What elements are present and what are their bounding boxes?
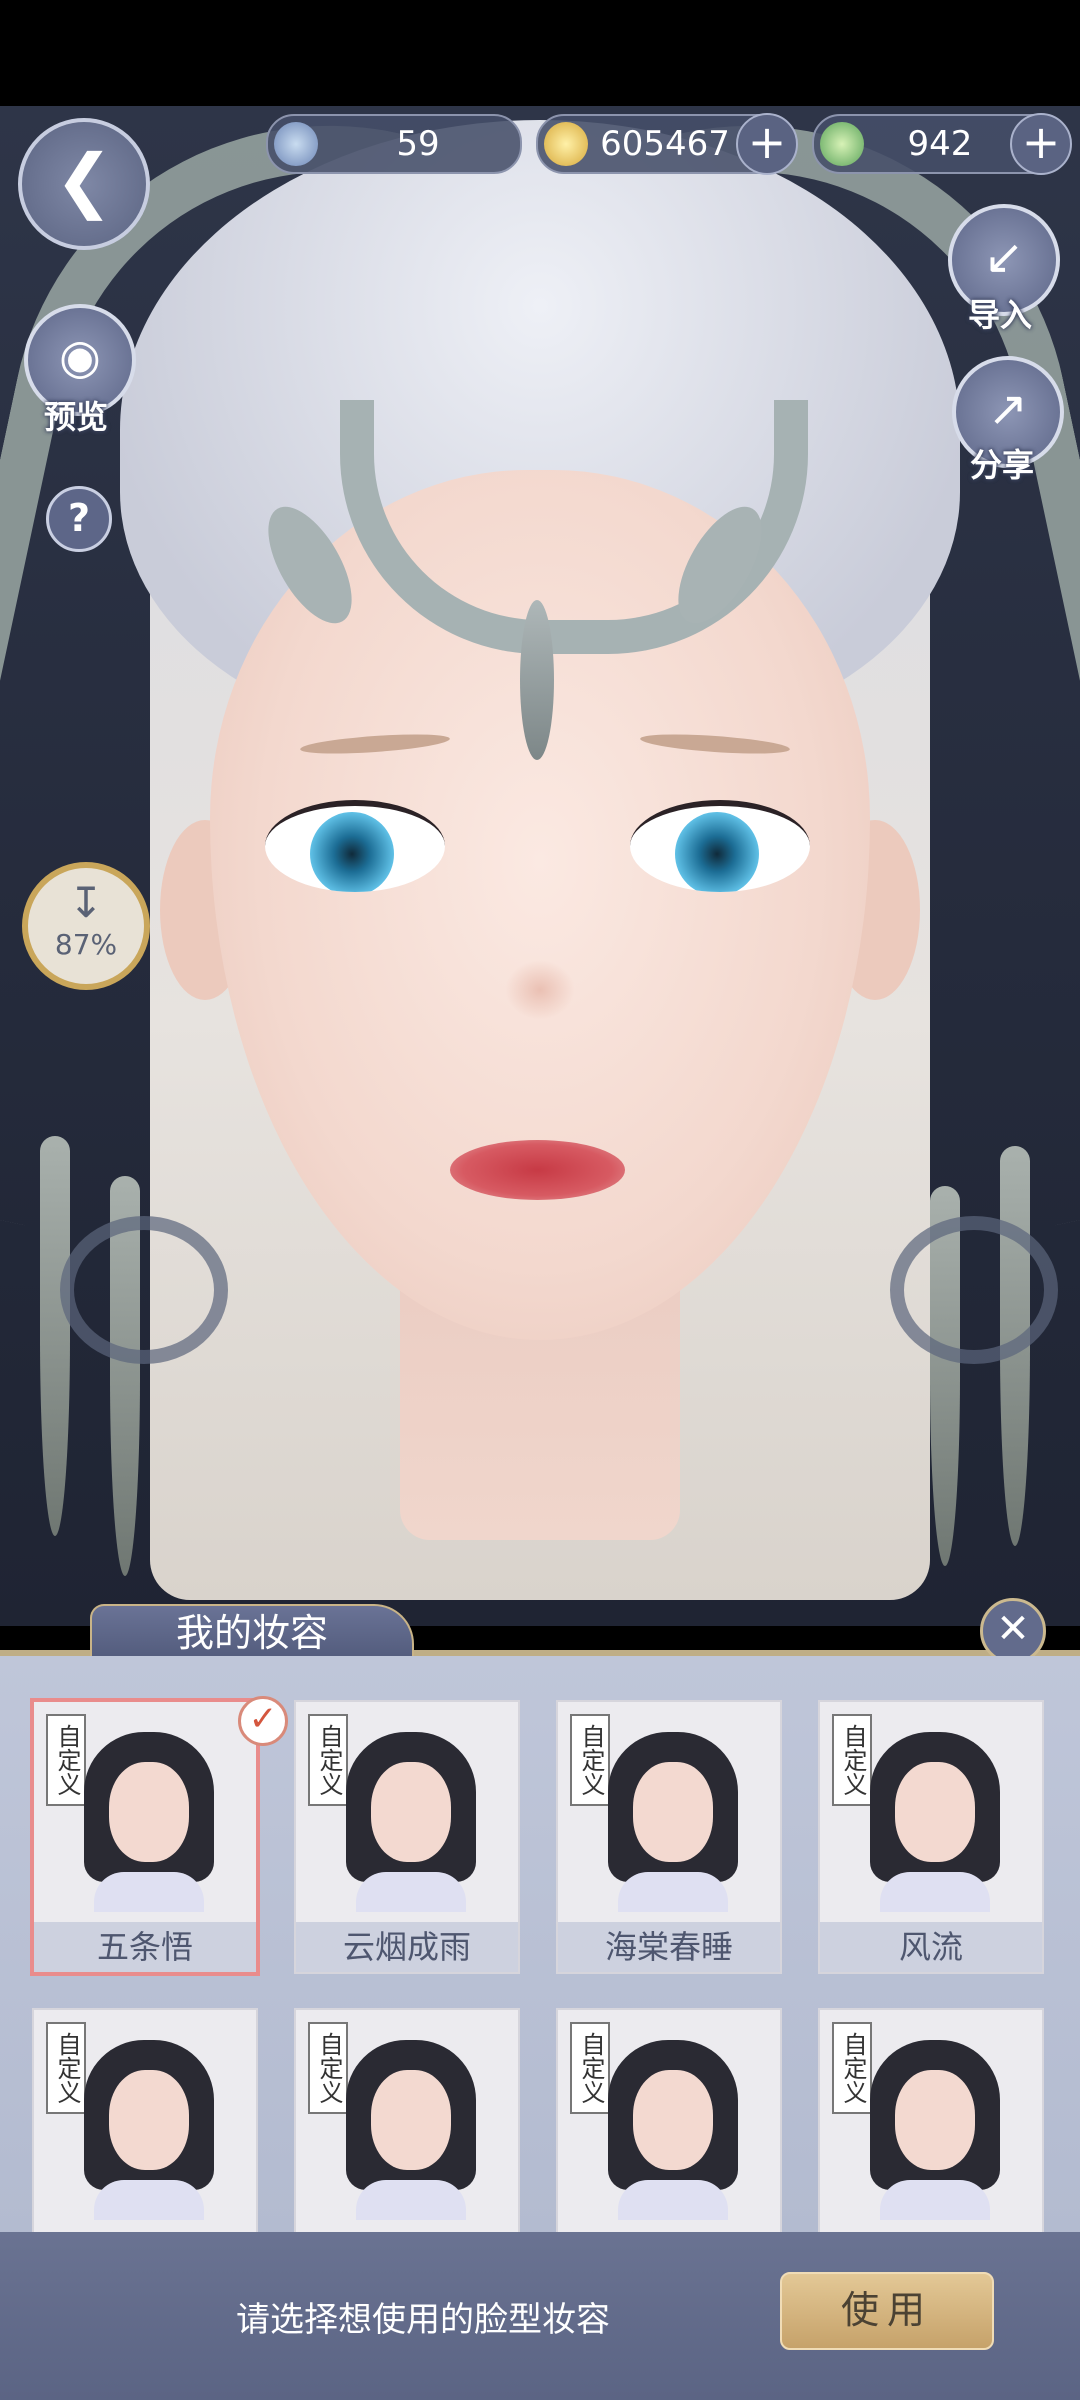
custom-tag: 自定义	[46, 2022, 86, 2114]
makeup-grid: 自定义 五条悟 ✓ 自定义 云烟成雨 自定义 海棠春睡 自定义 风流 自定义 自…	[0, 1656, 1080, 2282]
use-button[interactable]: 使用	[780, 2272, 994, 2350]
currency-jade-value: 59	[396, 124, 440, 164]
portrait-thumbnail	[608, 1732, 738, 1912]
status-bar	[0, 0, 1080, 106]
panel-title: 我的妆容	[90, 1604, 414, 1660]
download-percent: 87%	[54, 928, 118, 961]
download-icon: ↧	[68, 878, 104, 927]
help-button[interactable]: ?	[46, 486, 112, 552]
makeup-card[interactable]: 自定义 云烟成雨	[294, 1700, 520, 1974]
selected-check-icon: ✓	[238, 1696, 288, 1746]
download-progress-button[interactable]: ↧ 87%	[22, 862, 150, 990]
eye-left	[265, 800, 445, 892]
custom-tag: 自定义	[308, 1714, 348, 1806]
character-viewport[interactable]	[0, 106, 1080, 1626]
currency-coin: 605467 +	[536, 113, 798, 175]
portrait-thumbnail	[870, 1732, 1000, 1912]
ornament-ring-left	[60, 1216, 228, 1364]
selection-hint: 请选择想使用的脸型妆容	[236, 2300, 610, 2340]
currency-jade: 59	[266, 114, 522, 174]
makeup-card[interactable]: 自定义 风流	[818, 1700, 1044, 1974]
custom-tag: 自定义	[570, 2022, 610, 2114]
tiara-pendant	[520, 600, 554, 760]
makeup-name: 海棠春睡	[558, 1922, 780, 1972]
import-arrow-icon: ↙	[983, 229, 1025, 285]
portrait-thumbnail	[84, 1732, 214, 1912]
custom-tag: 自定义	[832, 2022, 872, 2114]
eye-icon: ◉	[59, 329, 101, 385]
crystal-ornament	[40, 1136, 70, 1536]
currency-coin-value: 605467	[600, 124, 730, 164]
portrait-thumbnail	[346, 2040, 476, 2220]
custom-tag: 自定义	[308, 2022, 348, 2114]
jade-icon	[274, 122, 318, 166]
custom-tag: 自定义	[570, 1714, 610, 1806]
close-panel-button[interactable]: ✕	[980, 1598, 1046, 1664]
preview-label: 预览	[43, 398, 108, 436]
leaf-token-icon	[820, 122, 864, 166]
makeup-card[interactable]: 自定义 五条悟 ✓	[30, 1696, 288, 1976]
add-coin-button[interactable]: +	[736, 113, 798, 175]
ornament-ring-right	[890, 1216, 1058, 1364]
share-arrow-icon: ↗	[987, 381, 1029, 437]
character-nose	[505, 960, 575, 1020]
makeup-name: 风流	[820, 1922, 1042, 1972]
close-icon: ✕	[996, 1606, 1030, 1652]
makeup-card[interactable]: 自定义 海棠春睡	[556, 1700, 782, 1974]
coin-icon	[544, 122, 588, 166]
portrait-thumbnail	[346, 1732, 476, 1912]
eye-right	[630, 800, 810, 892]
back-button[interactable]: ❮	[18, 118, 150, 250]
share-label: 分享	[969, 446, 1034, 484]
import-label: 导入	[967, 296, 1032, 334]
custom-tag: 自定义	[46, 1714, 86, 1806]
portrait-thumbnail	[870, 2040, 1000, 2220]
portrait-thumbnail	[84, 2040, 214, 2220]
currency-token: 942 +	[812, 113, 1072, 175]
character-lips	[450, 1140, 625, 1200]
makeup-name: 云烟成雨	[296, 1922, 518, 1972]
custom-tag: 自定义	[832, 1714, 872, 1806]
currency-token-value: 942	[907, 124, 973, 164]
help-label: ?	[67, 496, 91, 540]
add-token-button[interactable]: +	[1010, 113, 1072, 175]
makeup-name: 五条悟	[34, 1922, 256, 1972]
portrait-thumbnail	[608, 2040, 738, 2220]
butterfly-back-icon: ❮	[54, 139, 114, 221]
